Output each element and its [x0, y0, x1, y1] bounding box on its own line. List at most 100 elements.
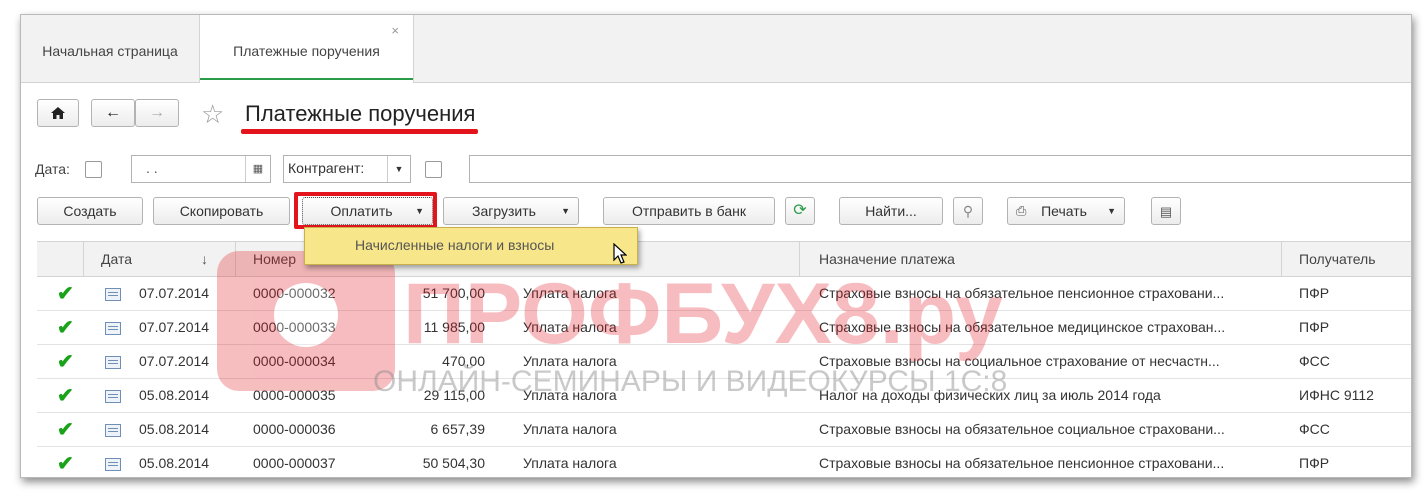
table-row[interactable]: ✔ 05.08.2014 0000-000035 29 115,00 Уплата на… [37, 378, 1411, 413]
create-button[interactable]: Создать [37, 197, 143, 225]
application-window: Начальная страница Платежные поручения ×… [20, 14, 1412, 478]
menu-item-accrued-taxes[interactable]: Начисленные налоги и взносы [355, 228, 554, 262]
find-button[interactable]: Найти... [839, 197, 943, 225]
posted-check-icon: ✔ [57, 351, 74, 373]
cell-date: 07.07.2014 [139, 353, 210, 369]
printer-icon: ⎙ [1016, 203, 1027, 218]
cell-number: 0000-000033 [253, 319, 336, 335]
cell-operation: Уплата налога [523, 421, 617, 437]
cell-amount: 51 700,00 [422, 285, 485, 301]
cell-operation: Уплата налога [523, 387, 617, 403]
cell-purpose: Страховые взносы на обязательное пенсион… [819, 455, 1225, 471]
print-dropdown-button[interactable]: ⎙ Печать ▼ [1007, 197, 1125, 225]
load-button-label: Загрузить [472, 203, 536, 219]
cell-purpose: Налог на доходы физических лиц за июль 2… [819, 387, 1161, 403]
close-tab-icon[interactable]: × [391, 15, 399, 71]
document-icon [105, 322, 121, 335]
cell-amount: 29 115,00 [423, 387, 485, 403]
document-icon: ▤ [1159, 204, 1173, 219]
cell-purpose: Страховые взносы на обязательное социаль… [819, 421, 1225, 437]
cell-number: 0000-000037 [253, 455, 336, 471]
back-button[interactable]: ← [91, 99, 135, 127]
date-field[interactable]: . . ▦ [131, 155, 271, 183]
posted-check-icon: ✔ [57, 419, 74, 441]
counterparty-checkbox[interactable] [425, 161, 442, 178]
cell-amount: 6 657,39 [430, 421, 486, 437]
posted-check-icon: ✔ [57, 385, 74, 407]
table-row[interactable]: ✔ 07.07.2014 0000-000032 51 700,00 Уплата на… [37, 276, 1411, 311]
active-tab-indicator [200, 78, 413, 80]
grid-header: Дата ↓ Номер Назначение платежа Получате… [37, 241, 1411, 277]
table-row[interactable]: ✔ 05.08.2014 0000-000036 6 657,39 Уплата нал… [37, 412, 1411, 447]
forward-button[interactable]: → [135, 99, 179, 127]
document-icon [105, 288, 121, 301]
cell-recipient: ИФНС 9112 [1299, 387, 1374, 403]
calendar-icon[interactable]: ▦ [245, 156, 270, 182]
clear-search-button[interactable]: ⚲ [953, 197, 983, 225]
column-date[interactable]: Дата [101, 242, 132, 276]
cell-amount: 11 985,00 [423, 319, 485, 335]
document-icon [105, 390, 121, 403]
cell-amount: 470,00 [442, 353, 485, 369]
table-row[interactable]: ✔ 07.07.2014 0000-000034 470,00 Уплата налог… [37, 344, 1411, 379]
table-row[interactable]: ✔ 05.08.2014 0000-000037 50 504,30 Уплата на… [37, 446, 1411, 477]
sort-descending-icon[interactable]: ↓ [201, 242, 208, 276]
cell-recipient: ПФР [1299, 319, 1330, 335]
column-recipient[interactable]: Получатель [1299, 242, 1376, 276]
clear-search-icon: ⚲ [962, 203, 974, 219]
document-icon [105, 356, 121, 369]
date-filter-label: Дата: [35, 161, 70, 177]
title-highlight-underline [241, 129, 478, 134]
cell-date: 05.08.2014 [139, 421, 210, 437]
cell-number: 0000-000034 [253, 353, 336, 369]
highlight-frame [294, 192, 437, 229]
column-number[interactable]: Номер [253, 242, 296, 276]
arrow-right-icon: → [149, 104, 165, 121]
cell-date: 05.08.2014 [139, 387, 210, 403]
cell-recipient: ФСС [1299, 353, 1330, 369]
cell-operation: Уплата налога [523, 455, 617, 471]
posted-check-icon: ✔ [57, 453, 74, 475]
cell-date: 07.07.2014 [139, 285, 210, 301]
arrow-left-icon: ← [105, 104, 121, 121]
copy-button[interactable]: Скопировать [153, 197, 290, 225]
cell-number: 0000-000035 [253, 387, 336, 403]
cell-purpose: Страховые взносы на обязательное медицин… [819, 319, 1226, 335]
posted-check-icon: ✔ [57, 283, 74, 305]
tab-payment-orders-label: Платежные поручения [233, 43, 380, 59]
counterparty-label: Контрагент: [288, 160, 365, 176]
print-button-label: Печать [1041, 203, 1087, 219]
report-button[interactable]: ▤ [1151, 197, 1181, 225]
date-filter-checkbox[interactable] [85, 161, 102, 178]
tab-home[interactable]: Начальная страница [21, 15, 200, 82]
cell-date: 07.07.2014 [139, 319, 210, 335]
date-field-value: . . [146, 160, 158, 176]
tab-payment-orders[interactable]: Платежные поручения × [200, 15, 414, 83]
cell-date: 05.08.2014 [139, 455, 210, 471]
cell-operation: Уплата налога [523, 319, 617, 335]
refresh-icon: ⟳ [793, 202, 807, 219]
document-icon [105, 424, 121, 437]
counterparty-select[interactable]: Контрагент: ▼ [283, 155, 411, 183]
column-purpose[interactable]: Назначение платежа [819, 242, 955, 276]
load-dropdown-button[interactable]: Загрузить ▼ [443, 197, 579, 225]
cell-recipient: ПФР [1299, 455, 1330, 471]
favorite-star-icon[interactable]: ☆ [201, 99, 224, 130]
cell-operation: Уплата налога [523, 285, 617, 301]
home-icon [51, 107, 65, 119]
posted-check-icon: ✔ [57, 317, 74, 339]
table-row[interactable]: ✔ 07.07.2014 0000-000033 11 985,00 Уплата на… [37, 310, 1411, 345]
counterparty-field[interactable] [469, 155, 1411, 183]
chevron-down-icon: ▼ [1107, 206, 1116, 216]
cell-recipient: ПФР [1299, 285, 1330, 301]
tab-bar: Начальная страница Платежные поручения × [21, 15, 1411, 83]
chevron-down-icon: ▼ [387, 156, 410, 182]
cell-purpose: Страховые взносы на социальное страхован… [819, 353, 1220, 369]
send-to-bank-button[interactable]: Отправить в банк [603, 197, 775, 225]
chevron-down-icon: ▼ [561, 206, 570, 216]
cell-purpose: Страховые взносы на обязательное пенсион… [819, 285, 1225, 301]
mouse-cursor-icon [613, 243, 627, 264]
home-button[interactable] [37, 99, 79, 127]
refresh-button[interactable]: ⟳ [785, 197, 815, 225]
document-icon [105, 458, 121, 471]
